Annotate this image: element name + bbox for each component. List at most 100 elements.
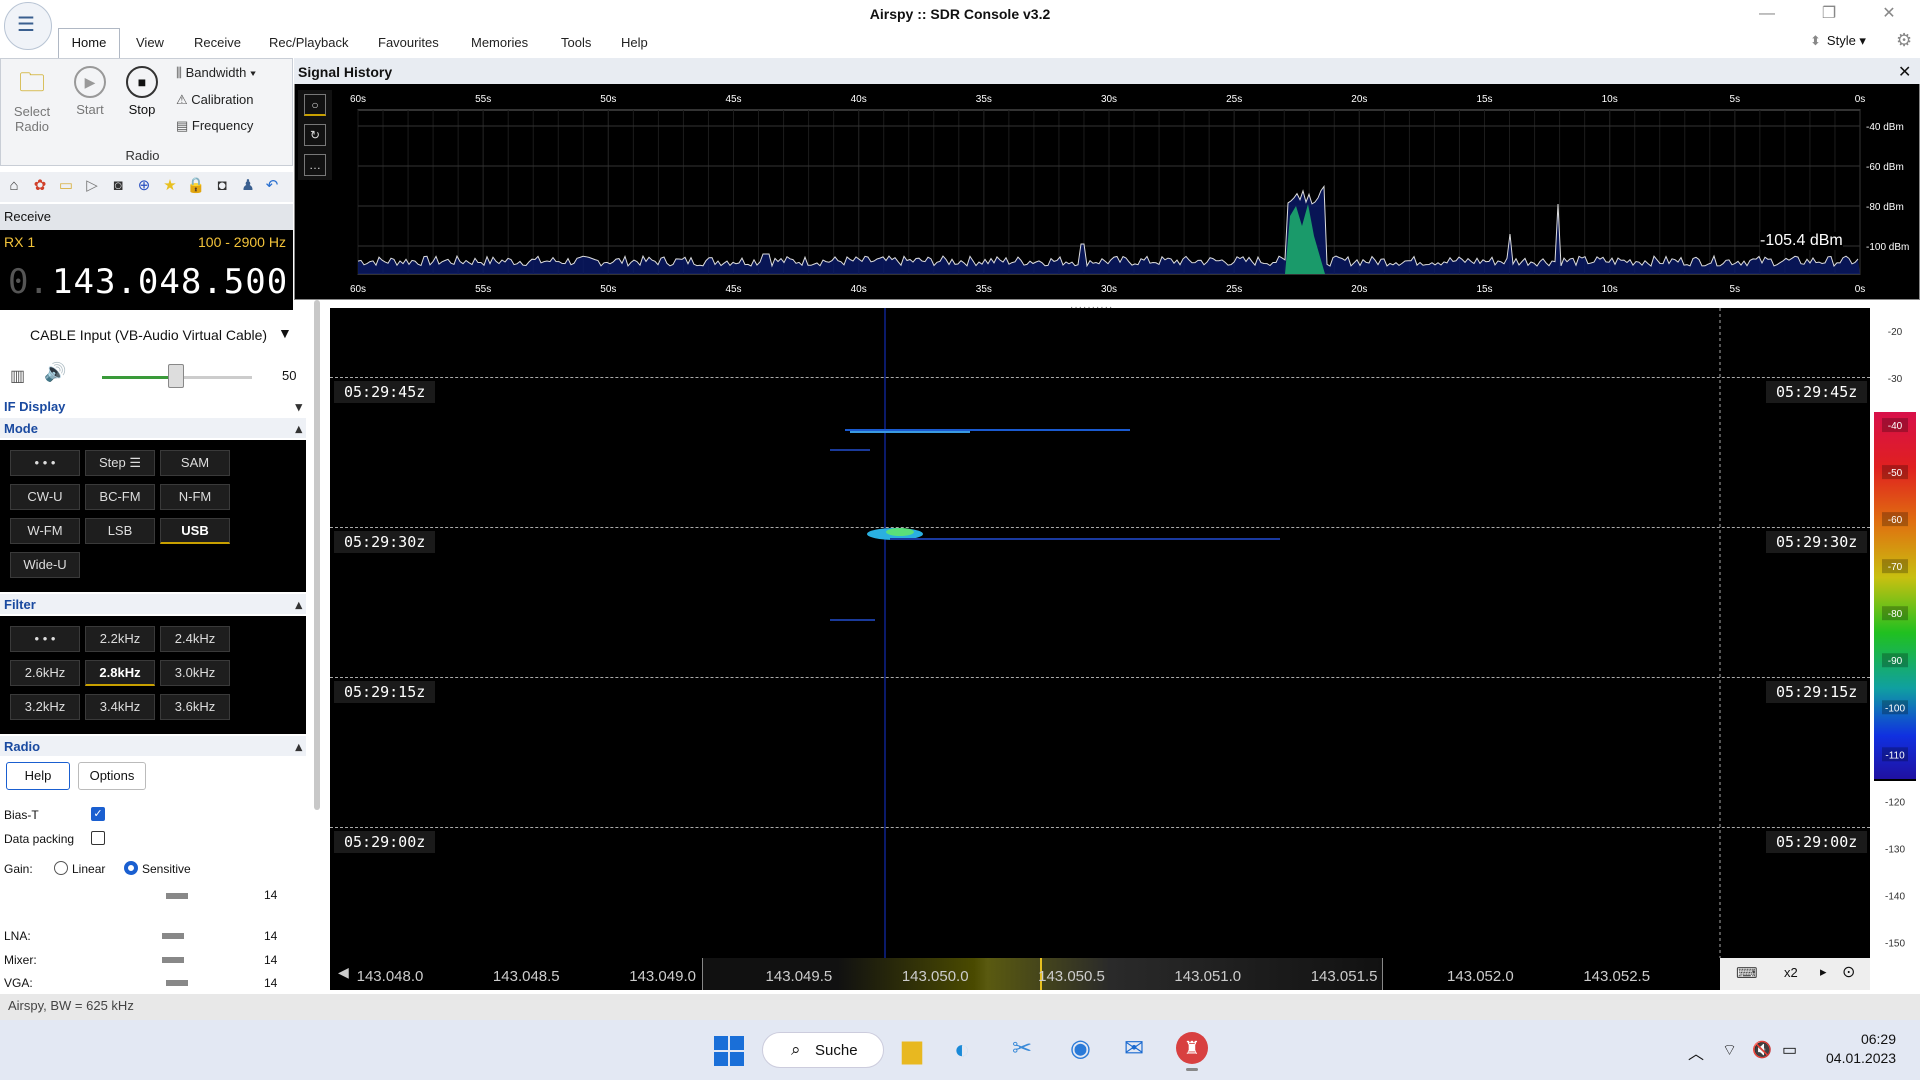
lock-icon[interactable]: 🔒 <box>186 176 206 196</box>
colorbar-svg[interactable]: -20 -30 -40 -50 -60 -70 -80 -90 -100 -110 -120 -130… <box>1870 308 1920 998</box>
wifi-icon[interactable]: ⌔ <box>1722 1040 1737 1060</box>
gain-linear-radio[interactable] <box>54 861 68 875</box>
stop-small-icon[interactable]: ◙ <box>108 176 128 196</box>
mode-wideu-button[interactable]: Wide-U <box>10 552 80 578</box>
refresh-icon[interactable]: ↻ <box>304 124 326 146</box>
menu-rec-playback[interactable]: Rec/Playback <box>269 35 348 50</box>
sdr-console-taskbar-icon[interactable]: ♜ <box>1176 1032 1208 1064</box>
play-small-icon[interactable]: ▷ <box>82 176 102 196</box>
clock-date[interactable]: 04.01.2023 <box>1826 1050 1896 1066</box>
filter-3.2-button[interactable]: 3.2kHz <box>10 694 80 720</box>
mode-bcfm-button[interactable]: BC-FM <box>85 484 155 510</box>
mode-nfm-button[interactable]: N-FM <box>160 484 230 510</box>
time-tick-bottom: 25s <box>1226 284 1242 295</box>
maximize-button[interactable]: ❐ <box>1806 2 1852 26</box>
mode-sam-button[interactable]: SAM <box>160 450 230 476</box>
menu-favourites[interactable]: Favourites <box>378 35 439 50</box>
steam-icon[interactable]: ◉ <box>1070 1034 1091 1063</box>
if-display-section[interactable]: IF Display ▾ <box>0 396 306 416</box>
tray-chevron-up-icon[interactable]: ︿ <box>1688 1040 1704 1064</box>
freq-label: 143.051.0 <box>1174 968 1242 985</box>
mode-cwu-button[interactable]: CW-U <box>10 484 80 510</box>
filter-section[interactable]: Filter ▴ <box>0 594 306 614</box>
battery-icon[interactable]: ▭ <box>1782 1040 1797 1060</box>
rx-filter-range: 100 - 2900 Hz <box>198 234 286 250</box>
filter-2.2-button[interactable]: 2.2kHz <box>85 626 155 652</box>
folder-open-icon[interactable]: ▭ <box>56 176 76 196</box>
mode-wfm-button[interactable]: W-FM <box>10 518 80 544</box>
stop-button[interactable]: ■ Stop <box>122 66 162 117</box>
calibration-button[interactable]: ⚠ Calibration <box>176 92 253 108</box>
gain-sensitive-radio[interactable] <box>124 861 138 875</box>
filter-2.8-button[interactable]: 2.8kHz <box>85 660 155 686</box>
zoom-level[interactable]: x2 <box>1784 965 1798 980</box>
mode-lsb-button[interactable]: LSB <box>85 518 155 544</box>
scroll-left-icon[interactable]: ◀ <box>338 964 349 981</box>
signal-history-close-icon[interactable]: ✕ <box>1898 62 1911 82</box>
zoom-next-icon[interactable]: ▸ <box>1820 964 1827 980</box>
plus-circle-icon[interactable]: ⊕ <box>134 176 154 196</box>
more-options-icon[interactable]: … <box>304 154 326 176</box>
lna-slider[interactable] <box>162 933 184 939</box>
volume-muted-icon[interactable]: 🔇 <box>1752 1040 1772 1060</box>
mixer-slider[interactable] <box>162 957 184 963</box>
edge-browser-icon[interactable]: ◐ <box>954 1034 970 1065</box>
volume-slider-thumb[interactable] <box>168 364 184 388</box>
snipping-tool-icon[interactable]: ✂ <box>1012 1034 1032 1063</box>
data-packing-checkbox[interactable] <box>91 831 105 845</box>
menu-help[interactable]: Help <box>621 35 648 50</box>
radio-options-button[interactable]: Options <box>78 762 146 790</box>
speaker-icon[interactable]: 🔊 <box>44 362 66 383</box>
menu-tools[interactable]: Tools <box>561 35 591 50</box>
filter-2.6-button[interactable]: 2.6kHz <box>10 660 80 686</box>
taskbar-search[interactable]: ⌕ Suche <box>762 1032 884 1068</box>
colorbar-tick: -120 <box>1885 797 1905 808</box>
lifebuoy-icon[interactable]: ✿ <box>30 176 50 196</box>
filter-3.6-button[interactable]: 3.6kHz <box>160 694 230 720</box>
filter-3.4-button[interactable]: 3.4kHz <box>85 694 155 720</box>
mail-icon[interactable]: ✉ <box>1124 1034 1144 1063</box>
start-button[interactable]: ▶ Start <box>70 66 110 117</box>
camera-icon[interactable]: ◘ <box>212 176 232 196</box>
radio-help-button[interactable]: Help <box>6 762 70 790</box>
keyboard-icon[interactable]: ⌨ <box>1736 964 1758 982</box>
mode-more-button[interactable]: • • • <box>10 450 80 476</box>
bars-icon[interactable]: ▥ <box>10 366 25 386</box>
undo-icon[interactable]: ↶ <box>262 176 282 196</box>
file-explorer-icon[interactable]: ▆ <box>902 1034 922 1065</box>
radio-section[interactable]: Radio ▴ <box>0 736 306 756</box>
chevron-down-icon[interactable]: ▼ <box>278 325 292 341</box>
filter-3.0-button[interactable]: 3.0kHz <box>160 660 230 686</box>
bandwidth-button[interactable]: ⫼ Bandwidth ▾ <box>176 65 256 81</box>
menu-receive[interactable]: Receive <box>194 35 241 50</box>
frequency-display[interactable]: 143.048.500 <box>52 262 288 302</box>
frequency-button[interactable]: ▤ Frequency <box>176 118 253 134</box>
windows-start-icon[interactable] <box>714 1036 744 1066</box>
close-button[interactable]: ✕ <box>1866 2 1912 26</box>
mode-section[interactable]: Mode ▴ <box>0 418 306 438</box>
audio-input-select[interactable]: CABLE Input (VB-Audio Virtual Cable) <box>30 327 267 343</box>
gain-slider[interactable] <box>166 893 188 899</box>
scroll-right-icon[interactable]: ⊙ <box>1842 962 1855 982</box>
filter-more-button[interactable]: • • • <box>10 626 80 652</box>
record-icon[interactable]: ○ <box>304 94 326 116</box>
menu-home[interactable]: Home <box>58 28 120 59</box>
clock-time[interactable]: 06:29 <box>1852 1031 1896 1047</box>
gain-value: 14 <box>264 888 278 902</box>
left-panel-scrollbar[interactable] <box>314 300 320 810</box>
menu-view[interactable]: View <box>136 35 164 50</box>
mode-step-button[interactable]: Step ☰ <box>85 450 155 476</box>
home-icon[interactable]: ⌂ <box>4 176 24 196</box>
person-icon[interactable]: ♟ <box>238 176 258 196</box>
star-icon[interactable]: ★ <box>160 176 180 196</box>
time-gridline <box>330 527 1870 528</box>
mode-usb-button[interactable]: USB <box>160 518 230 544</box>
minimize-button[interactable]: — <box>1744 2 1790 26</box>
settings-gear-icon[interactable]: ⚙ <box>1896 30 1912 51</box>
vga-slider[interactable] <box>166 980 188 986</box>
select-radio-button[interactable]: 🗀 Select Radio <box>6 64 58 134</box>
filter-2.4-button[interactable]: 2.4kHz <box>160 626 230 652</box>
style-menu[interactable]: ⬍ Style ▾ <box>1810 33 1866 49</box>
menu-memories[interactable]: Memories <box>471 35 528 50</box>
bias-t-checkbox[interactable]: ✓ <box>91 807 105 821</box>
